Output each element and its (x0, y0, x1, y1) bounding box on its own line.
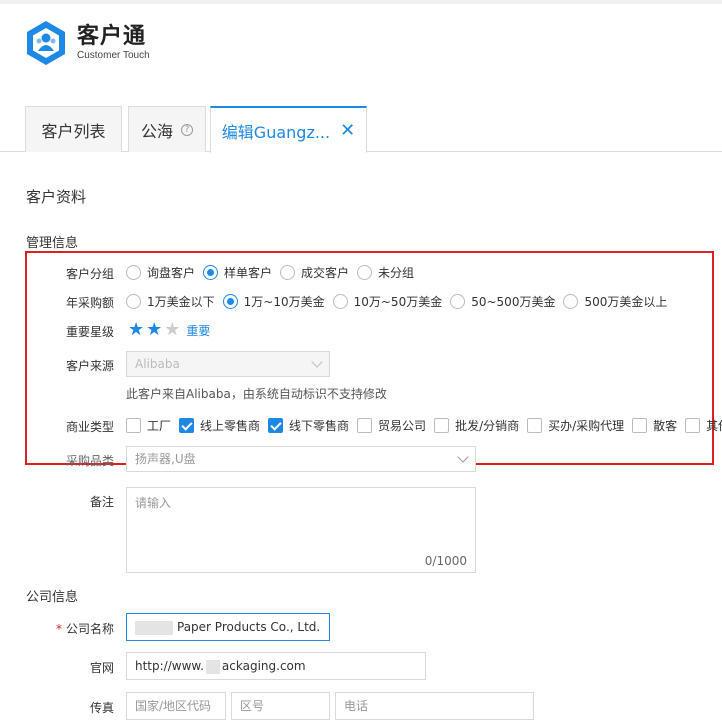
checkbox[interactable] (126, 417, 141, 433)
check-factory[interactable]: 工厂 (126, 417, 171, 434)
fax-label: 传真 (89, 701, 114, 715)
purchase-label: 年采购额 (65, 296, 114, 310)
tab-label: 编辑Guangz... (221, 122, 331, 142)
checkbox[interactable] (357, 417, 373, 433)
remark-textarea[interactable]: 请输入 0/1000 (126, 487, 476, 573)
stars-label: 重要星级 (65, 325, 114, 339)
radio-purchase-3[interactable]: 10万~50万美金 (332, 293, 442, 310)
category-label: 采购品类 (65, 454, 114, 468)
radio-ungrouped[interactable]: 未分组 (357, 264, 414, 281)
source-select: Alibaba (126, 351, 330, 377)
star-icon[interactable]: ★ (164, 321, 180, 339)
radio-purchase-2[interactable]: 1万~10万美金 (222, 293, 325, 310)
customer-group-radios: 询盘客户 样单客户 成交客户 未分组 (126, 262, 422, 282)
radio-dot[interactable] (357, 264, 373, 280)
check-offline-retailer[interactable]: 线下零售商 (268, 417, 349, 434)
remark-placeholder: 请输入 (135, 496, 172, 510)
radio-purchase-1[interactable]: 1万美金以下 (126, 293, 215, 310)
checkbox[interactable] (685, 417, 701, 433)
redacted-text (135, 620, 173, 635)
radio-inquiry[interactable]: 询盘客户 (126, 264, 195, 281)
required-mark: * (55, 622, 62, 636)
website-input[interactable]: http://www. ackaging.com (126, 652, 426, 680)
checkbox[interactable] (527, 417, 543, 433)
radio-dot[interactable] (126, 293, 141, 309)
star-icon[interactable]: ★ (146, 321, 162, 339)
checkbox[interactable] (179, 417, 195, 433)
radio-dot[interactable] (280, 264, 296, 280)
top-divider (0, 0, 722, 4)
tab-label: 公海 (140, 121, 173, 141)
star-rating[interactable]: ★ ★ ★ 重要 (128, 320, 210, 340)
website-label: 官网 (89, 661, 114, 675)
company-name-value: Paper Products Co., Ltd. (177, 620, 321, 634)
checkbox[interactable] (268, 417, 284, 433)
radio-sample[interactable]: 样单客户 (203, 264, 272, 281)
fax-area-code-input[interactable]: 区号 (231, 692, 330, 720)
check-individual[interactable]: 散客 (632, 417, 677, 434)
business-type-checkboxes: 工厂 线上零售商 线下零售商 贸易公司 批发/分销商 买办/采购代理 散客 其他 (126, 415, 722, 435)
page-title: 客户资料 (26, 188, 87, 206)
check-trading-company[interactable]: 贸易公司 (357, 417, 426, 434)
source-label: 客户来源 (65, 359, 114, 373)
purchase-radios: 1万美金以下 1万~10万美金 10万~50万美金 50~500万美金 500万… (126, 291, 675, 311)
checkbox[interactable] (632, 417, 648, 433)
radio-deal[interactable]: 成交客户 (280, 264, 349, 281)
fax-country-code-input[interactable]: 国家/地区代码 (126, 692, 226, 720)
category-select[interactable]: 扬声器,U盘 (126, 446, 476, 472)
check-online-retailer[interactable]: 线上零售商 (179, 417, 260, 434)
fax-number-input[interactable]: 电话 (335, 692, 534, 720)
checkbox[interactable] (434, 417, 450, 433)
tab-customer-list[interactable]: 客户列表 (25, 106, 122, 152)
radio-dot[interactable] (203, 264, 219, 280)
check-wholesaler[interactable]: 批发/分销商 (434, 417, 519, 434)
chevron-down-icon (311, 356, 323, 368)
close-icon[interactable]: ✕ (340, 120, 355, 141)
radio-dot[interactable] (222, 293, 238, 309)
brand-subtitle: Customer Touch (77, 50, 150, 61)
group-label: 客户分组 (65, 267, 114, 281)
remark-counter: 0/1000 (424, 554, 467, 568)
tab-bar: 客户列表 公海 ? 编辑Guangz... ✕ (0, 106, 722, 153)
customer-touch-logo-icon (27, 21, 65, 65)
star-rating-text: 重要 (186, 323, 211, 338)
star-icon[interactable]: ★ (128, 321, 144, 339)
source-value: Alibaba (135, 357, 180, 371)
remark-label: 备注 (89, 495, 114, 509)
business-type-label: 商业类型 (65, 420, 114, 434)
help-icon[interactable]: ? (181, 123, 193, 136)
redacted-text (205, 659, 220, 674)
radio-purchase-4[interactable]: 50~500万美金 (450, 293, 555, 310)
tab-edit-customer[interactable]: 编辑Guangz... ✕ (210, 106, 367, 153)
company-name-input[interactable]: Paper Products Co., Ltd. (126, 613, 330, 641)
check-other[interactable]: 其他 (685, 417, 722, 434)
chevron-down-icon (457, 451, 469, 463)
company-heading: 公司信息 (26, 590, 79, 605)
management-heading: 管理信息 (26, 236, 79, 251)
category-value: 扬声器,U盘 (135, 452, 196, 466)
radio-dot[interactable] (126, 264, 141, 280)
brand-title: 客户通 (77, 24, 147, 49)
radio-purchase-5[interactable]: 500万美金以上 (563, 293, 667, 310)
radio-dot[interactable] (450, 293, 466, 309)
company-name-label: * 公司名称 (55, 622, 114, 636)
brand-logo[interactable]: 客户通 Customer Touch (25, 20, 150, 66)
radio-dot[interactable] (563, 293, 579, 309)
tab-public-pool[interactable]: 公海 ? (128, 106, 206, 152)
check-purchasing-agent[interactable]: 买办/采购代理 (527, 417, 624, 434)
radio-dot[interactable] (332, 293, 348, 309)
tab-label: 客户列表 (41, 121, 106, 141)
source-hint: 此客户来自Alibaba，由系统自动标识不支持修改 (126, 387, 387, 401)
